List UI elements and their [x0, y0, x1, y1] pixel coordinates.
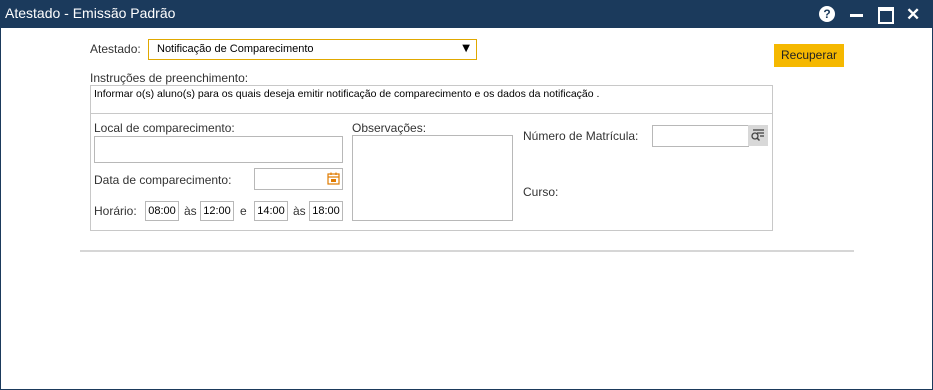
matricula-label: Número de Matrícula: — [523, 129, 639, 143]
e-label: e — [240, 204, 247, 218]
obs-textarea[interactable] — [352, 135, 513, 221]
time-start-2[interactable]: 14:00 — [254, 201, 288, 221]
obs-label: Observações: — [352, 121, 427, 135]
local-input[interactable] — [94, 136, 343, 163]
close-button[interactable]: ✕ — [906, 6, 924, 24]
minimize-icon — [850, 14, 863, 17]
window-title: Atestado - Emissão Padrão — [5, 5, 176, 21]
atestado-label: Atestado: — [90, 42, 141, 56]
local-label: Local de comparecimento: — [94, 121, 235, 135]
atestado-select[interactable]: Notificação de Comparecimento ▼ — [148, 39, 477, 60]
lookup-button[interactable] — [748, 125, 768, 146]
title-bar: Atestado - Emissão Padrão ? ✕ — [1, 1, 932, 28]
curso-label: Curso: — [523, 185, 559, 199]
dropdown-arrow-icon: ▼ — [462, 43, 470, 54]
horario-label: Horário: — [94, 204, 137, 218]
data-label: Data de comparecimento: — [94, 173, 232, 187]
maximize-icon — [878, 7, 894, 24]
calendar-icon[interactable] — [327, 172, 340, 185]
search-list-icon — [751, 129, 764, 142]
instructions-text: Informar o(s) aluno(s) para os quais des… — [94, 88, 600, 100]
instructions-box: Informar o(s) aluno(s) para os quais des… — [90, 85, 773, 114]
recuperar-button[interactable]: Recuperar — [774, 44, 844, 67]
close-icon: ✕ — [906, 5, 921, 24]
time-end-2[interactable]: 18:00 — [309, 201, 343, 221]
instructions-label: Instruções de preenchimento: — [90, 71, 249, 85]
as-label-2: às — [293, 204, 306, 218]
matricula-input[interactable] — [652, 125, 749, 147]
atestado-selected-value: Notificação de Comparecimento — [157, 43, 314, 55]
maximize-button[interactable] — [877, 6, 895, 24]
divider — [80, 250, 854, 252]
minimize-button[interactable] — [848, 6, 866, 24]
question-circle-icon: ? — [819, 6, 835, 22]
help-button[interactable]: ? — [819, 6, 837, 24]
time-start-1[interactable]: 08:00 — [145, 201, 179, 221]
app-window: Atestado - Emissão Padrão ? ✕ Atestado: … — [0, 0, 933, 390]
as-label-1: às — [184, 204, 197, 218]
time-end-1[interactable]: 12:00 — [200, 201, 234, 221]
